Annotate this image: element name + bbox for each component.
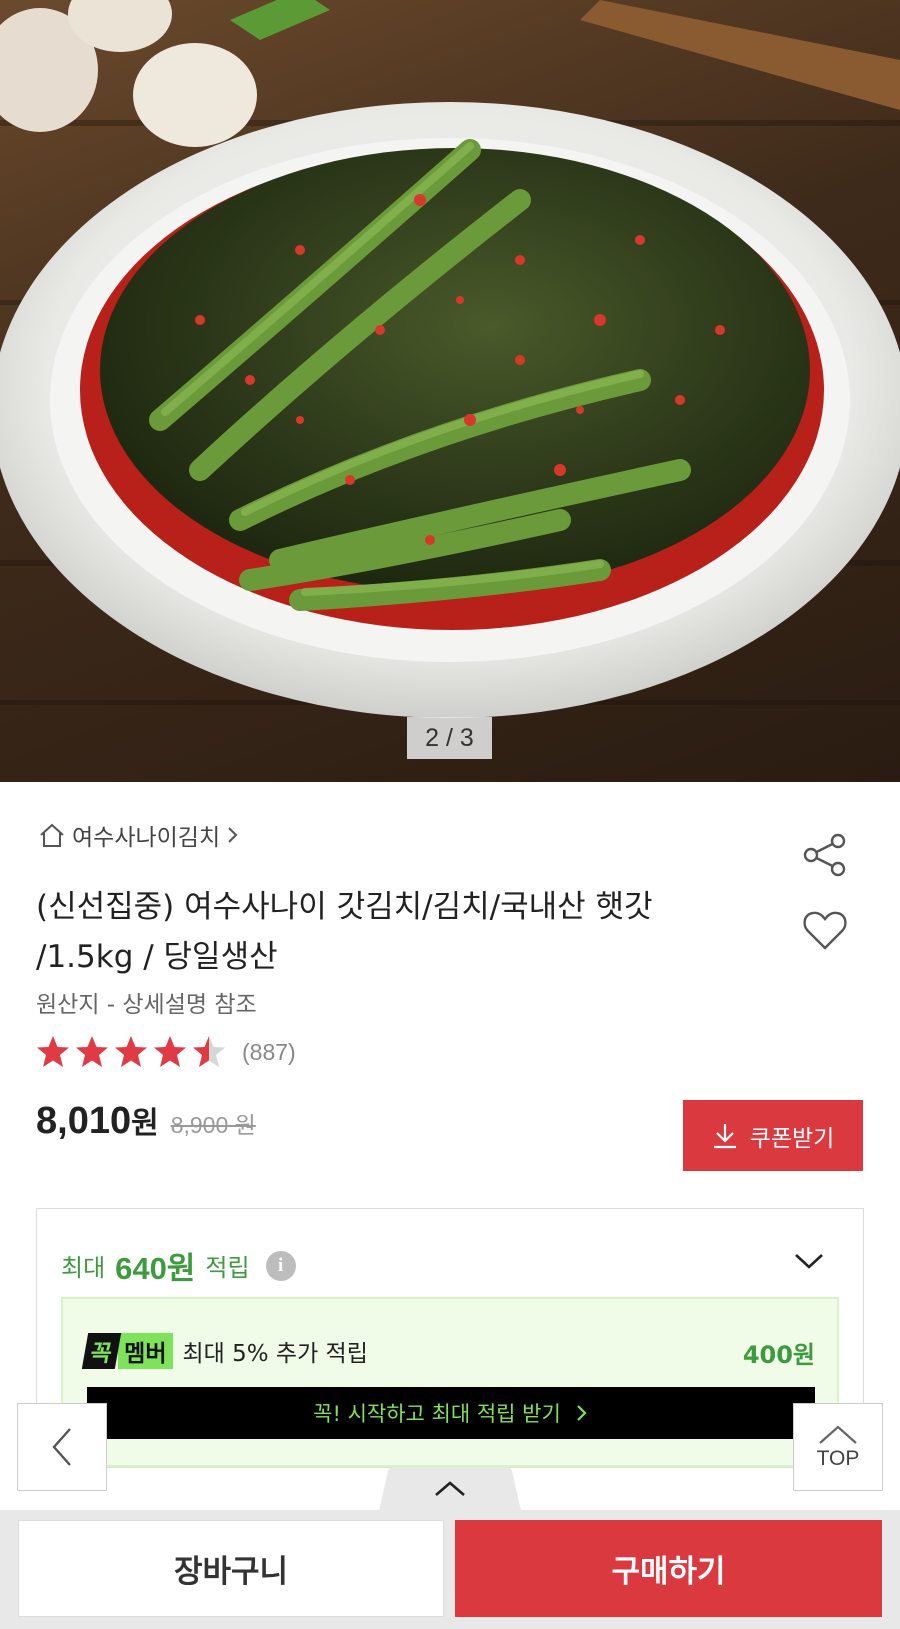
membership-cta-label: 꼭! 시작하고 최대 적립 받기 [313,1402,561,1426]
add-to-cart-button[interactable]: 장바구니 [18,1520,444,1617]
gallery-page-indicator: 2 / 3 [407,717,492,759]
chevron-right-icon [228,827,238,843]
coupon-button[interactable]: 쿠폰받기 [683,1100,863,1171]
chevron-up-icon [819,1425,857,1444]
product-title-line2: /1.5kg / 당일생산 [36,939,278,975]
membership-badge: 꼭 멤버 [81,1333,173,1369]
points-summary[interactable]: 최대 640원 적립 i [61,1243,296,1288]
points-prefix: 최대 [61,1254,106,1282]
rating[interactable]: (887) [36,1035,296,1069]
store-link[interactable]: 여수사나이김치 [38,818,240,852]
chevron-left-icon [52,1428,71,1466]
star-icon [76,1036,108,1067]
home-icon [40,823,64,847]
membership-cta-button[interactable]: 꼭! 시작하고 최대 적립 받기 [87,1387,815,1439]
back-button[interactable] [17,1403,107,1491]
scroll-top-label: TOP [816,1447,860,1470]
points-amount: 640원 [115,1251,196,1286]
product-title-line1: (신선집중) 여수사나이 갓김치/김치/국내산 햇갓 [36,889,653,925]
chevron-right-icon [577,1405,587,1421]
price-unit: 원 [131,1107,159,1140]
heart-icon[interactable] [802,908,848,952]
half-star-icon [193,1036,225,1067]
star-icon [115,1036,147,1067]
membership-text: 최대 5% 추가 적립 [182,1341,368,1367]
sale-price: 8,010원 [36,1100,159,1142]
original-price: 8,900 원 [170,1112,256,1138]
product-origin: 원산지 - 상세설명 참조 [36,992,257,1018]
membership-points: 400원 [742,1341,815,1369]
star-icon [154,1036,186,1067]
bottom-action-bar: 장바구니 구매하기 [0,1510,900,1629]
store-name: 여수사나이김치 [72,825,221,851]
membership-panel: 꼭 멤버 최대 5% 추가 적립 400원 꼭! 시작하고 최대 적립 받기 [61,1297,839,1467]
product-title: (신선집중) 여수사나이 갓김치/김치/국내산 햇갓 /1.5kg / 당일생산 [36,882,756,982]
membership-badge-part2: 멤버 [118,1333,173,1369]
membership-badge-part1: 꼭 [81,1333,122,1369]
coupon-label: 쿠폰받기 [749,1125,835,1152]
points-suffix: 적립 [205,1254,250,1282]
points-panel: 최대 640원 적립 i 꼭 멤버 최대 5% 추가 적립 400원 꼭! 시작… [36,1208,864,1468]
buy-now-button[interactable]: 구매하기 [455,1520,882,1617]
star-rating [37,1036,225,1067]
price-row: 8,010원 8,900 원 [36,1098,256,1143]
scroll-top-button[interactable]: TOP [793,1403,883,1491]
membership-row: 꼭 멤버 최대 5% 추가 적립 [81,1333,368,1369]
star-icon [37,1036,69,1067]
download-icon [713,1123,736,1148]
product-photo [0,0,900,718]
option-drawer-toggle[interactable] [378,1467,522,1515]
info-icon[interactable]: i [265,1250,296,1281]
chevron-down-icon[interactable] [793,1251,825,1271]
review-count: (887) [242,1038,296,1065]
product-image-gallery[interactable]: 2 / 3 [0,0,900,782]
share-icon[interactable] [802,832,848,878]
